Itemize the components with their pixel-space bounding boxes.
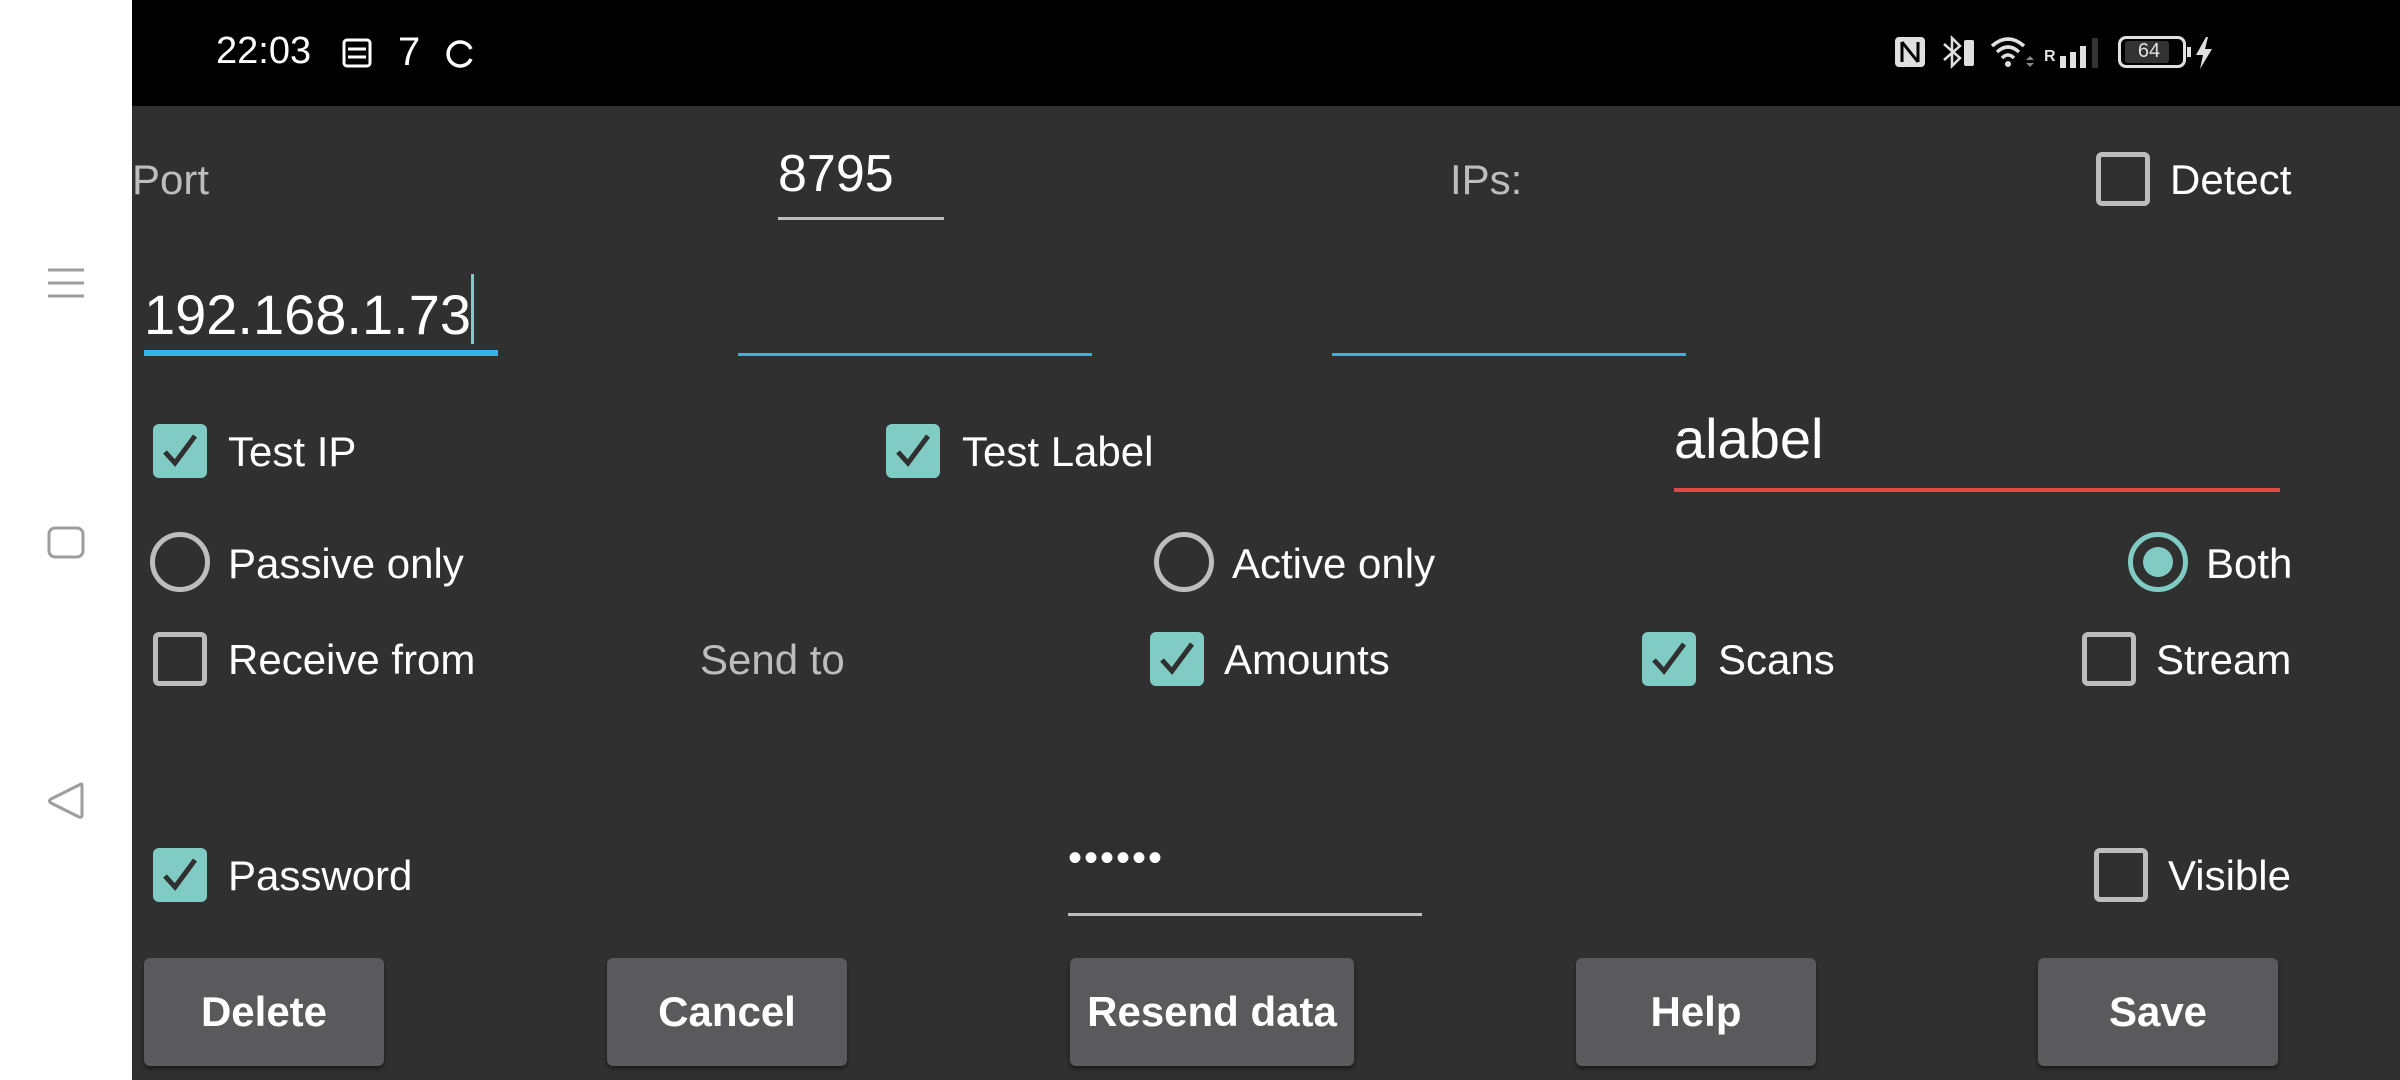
receive-from-checkbox[interactable] bbox=[153, 632, 207, 686]
scans-label: Scans bbox=[1718, 636, 1835, 683]
both-label: Both bbox=[2206, 540, 2293, 587]
detect-label: Detect bbox=[2170, 156, 2292, 203]
home-button[interactable] bbox=[40, 517, 92, 569]
roaming-indicator: R bbox=[2044, 48, 2056, 65]
save-button[interactable]: Save bbox=[2038, 958, 2278, 1066]
ips-label: IPs: bbox=[1450, 156, 1523, 203]
check-icon bbox=[163, 434, 198, 467]
test-label-checkbox[interactable] bbox=[886, 424, 940, 478]
status-time: 22:03 bbox=[216, 30, 312, 72]
check-icon bbox=[896, 434, 931, 467]
menu-icon bbox=[48, 268, 84, 298]
detect-checkbox[interactable] bbox=[2096, 152, 2150, 206]
check-icon bbox=[163, 858, 198, 891]
delete-button[interactable]: Delete bbox=[144, 958, 384, 1066]
port-label: Port bbox=[132, 156, 210, 203]
wifi-icon bbox=[1988, 34, 2034, 75]
passive-only-label: Passive only bbox=[228, 540, 464, 587]
bluetooth-icon bbox=[1940, 34, 1980, 75]
active-only-label: Active only bbox=[1232, 540, 1436, 587]
help-button[interactable]: Help bbox=[1576, 958, 1816, 1066]
visible-label: Visible bbox=[2168, 852, 2291, 899]
text-cursor bbox=[470, 274, 474, 344]
cancel-button[interactable]: Cancel bbox=[607, 958, 847, 1066]
amounts-checkbox[interactable] bbox=[1150, 632, 1204, 686]
label-input[interactable]: alabel bbox=[1674, 406, 2280, 492]
menu-button[interactable] bbox=[40, 258, 92, 310]
amounts-label: Amounts bbox=[1224, 636, 1390, 683]
sim-card-icon bbox=[342, 38, 372, 73]
navigation-bar bbox=[0, 0, 132, 1080]
back-icon bbox=[48, 782, 84, 819]
active-only-radio[interactable] bbox=[1154, 532, 1214, 592]
passive-only-radio[interactable] bbox=[150, 532, 210, 592]
battery-level: 64 bbox=[2137, 40, 2161, 62]
home-icon bbox=[47, 526, 85, 559]
test-ip-checkbox[interactable] bbox=[153, 424, 207, 478]
nfc-icon bbox=[1894, 36, 1926, 73]
ip-input-1[interactable]: 192.168.1.73 bbox=[144, 274, 498, 356]
test-ip-label: Test IP bbox=[228, 428, 357, 475]
resend-data-button[interactable]: Resend data bbox=[1070, 958, 1354, 1066]
back-button[interactable] bbox=[40, 775, 92, 827]
battery-icon: 64 bbox=[2118, 36, 2191, 68]
status-bar: 22:03 7 R 64 bbox=[132, 0, 2400, 106]
check-icon bbox=[1652, 642, 1687, 675]
notification-count: 7 bbox=[398, 30, 421, 74]
password-checkbox[interactable] bbox=[153, 848, 207, 902]
stream-label: Stream bbox=[2156, 636, 2292, 683]
test-label-label: Test Label bbox=[962, 428, 1154, 475]
password-label: Password bbox=[228, 852, 413, 899]
port-input[interactable]: 8795 bbox=[778, 144, 944, 220]
both-radio[interactable] bbox=[2128, 532, 2188, 592]
charging-icon bbox=[2194, 36, 2214, 75]
visible-checkbox[interactable] bbox=[2094, 848, 2148, 902]
signal-icon bbox=[2058, 36, 2104, 75]
sync-icon bbox=[444, 38, 476, 75]
send-to-label: Send to bbox=[700, 636, 845, 683]
ip-input-2[interactable] bbox=[738, 274, 1092, 356]
receive-from-label: Receive from bbox=[228, 636, 476, 683]
stream-checkbox[interactable] bbox=[2082, 632, 2136, 686]
ip-input-3[interactable] bbox=[1332, 274, 1686, 356]
scans-checkbox[interactable] bbox=[1642, 632, 1696, 686]
password-input[interactable]: •••••• bbox=[1068, 836, 1422, 916]
connection-settings-form: Port 8795 IPs: Detect 192.168.1.73 Test … bbox=[132, 106, 2400, 1080]
check-icon bbox=[1160, 642, 1195, 675]
